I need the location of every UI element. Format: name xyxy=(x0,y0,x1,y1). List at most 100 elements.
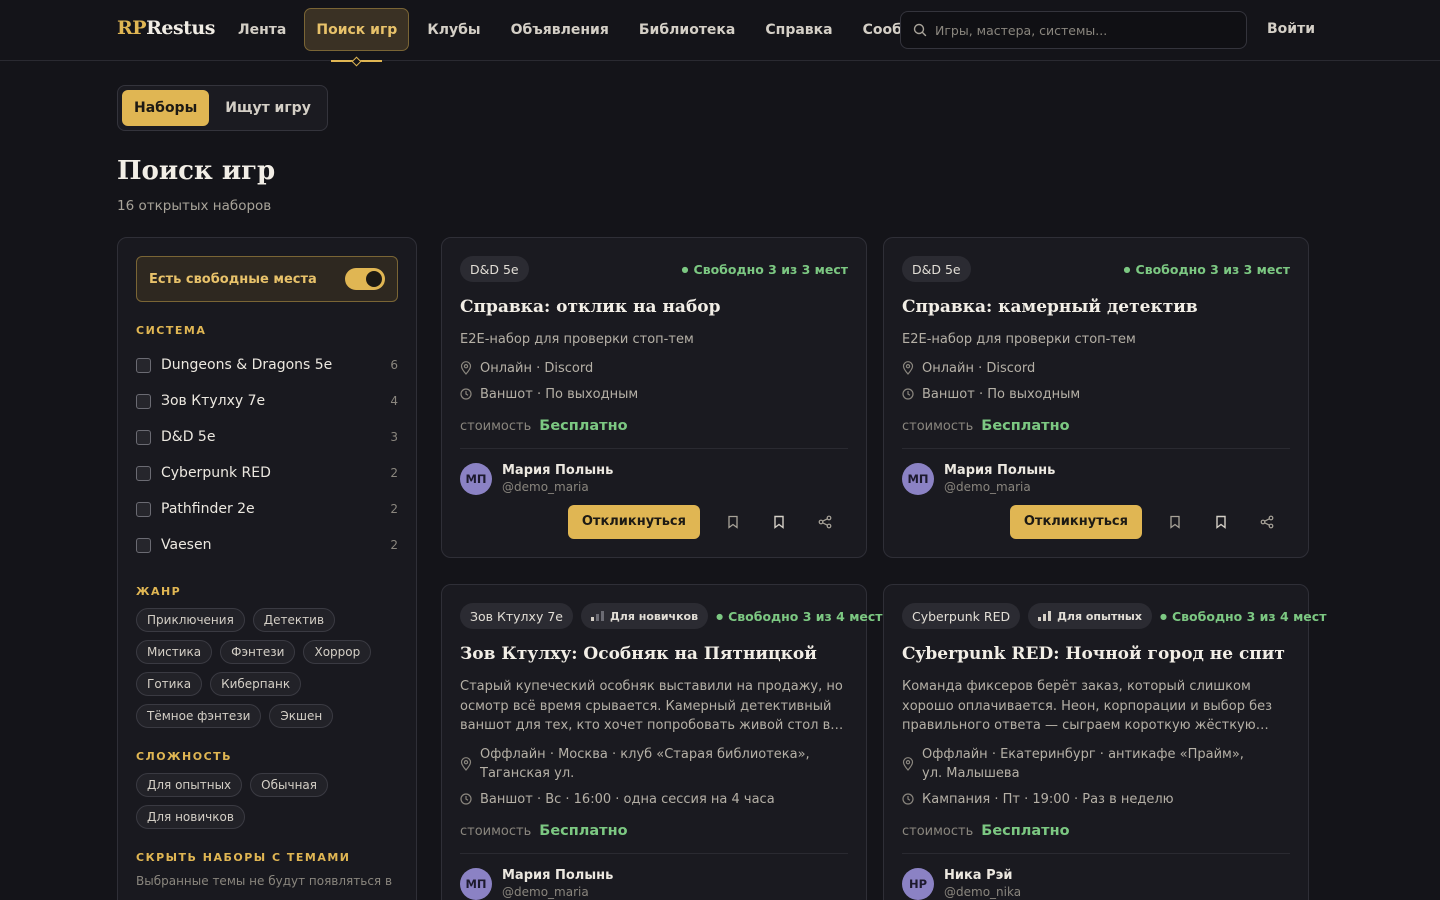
location-pin-icon xyxy=(460,756,472,771)
bookmark-icon xyxy=(1216,515,1226,529)
page-title: Поиск игр xyxy=(117,156,276,186)
search-box[interactable] xyxy=(900,11,1247,49)
game-card[interactable]: Cyberpunk RED Для опытных Свободно 3 из … xyxy=(883,584,1326,900)
card-description: E2E-набор для проверки стоп-тем xyxy=(902,332,1136,348)
search-icon xyxy=(913,23,927,37)
card-cost: стоимость Бесплатно xyxy=(460,823,848,854)
card-author[interactable]: МП Мария Полынь @demo_maria xyxy=(902,462,1290,495)
free-seats: Свободно 3 из 3 мест xyxy=(682,262,848,277)
nav-clubs[interactable]: Клубы xyxy=(415,8,492,51)
tab-recruitments[interactable]: Наборы xyxy=(122,90,210,126)
nav-game-search[interactable]: Поиск игр xyxy=(304,8,410,67)
free-places-toggle[interactable]: Есть свободные места xyxy=(136,256,398,302)
card-cost: стоимость Бесплатно xyxy=(460,418,848,449)
checkbox[interactable] xyxy=(136,501,151,517)
nav-feed[interactable]: Лента xyxy=(226,8,298,51)
genre-chip[interactable]: Киберпанк xyxy=(210,672,302,696)
game-card[interactable]: D&D 5e Свободно 3 из 3 мест Справка: кам… xyxy=(883,237,1309,558)
card-actions: Откликнуться xyxy=(460,504,848,539)
avatar: МП xyxy=(460,462,492,495)
login-link[interactable]: Войти xyxy=(1267,21,1315,37)
genre-chip[interactable]: Фэнтези xyxy=(220,640,296,664)
search-input[interactable] xyxy=(935,22,1225,38)
page-subtitle: 16 открытых наборов xyxy=(117,198,272,214)
difficulty-chips: Для опытных Обычная Для новичков xyxy=(136,773,398,829)
save-button[interactable] xyxy=(710,505,756,539)
author-name: Мария Полынь xyxy=(502,868,614,884)
card-title[interactable]: Cyberpunk RED: Ночной город не спит xyxy=(902,643,1290,665)
card-place: Онлайн · Discord xyxy=(460,359,848,378)
card-time: Ваншот · Вс · 16:00 · одна сессия на 4 ч… xyxy=(460,790,848,809)
system-filter-item[interactable]: Dungeons & Dragons 5e 6 xyxy=(136,347,398,383)
system-filter-item[interactable]: Vaesen 2 xyxy=(136,527,398,563)
difficulty-bars-icon xyxy=(1038,611,1052,621)
hide-themes-note: Выбранные темы не будут появляться в xyxy=(136,874,393,888)
genre-chip[interactable]: Детектив xyxy=(252,608,336,632)
bookmark-button[interactable] xyxy=(1198,505,1244,539)
genre-chip[interactable]: Готика xyxy=(136,672,203,696)
genre-chip[interactable]: Тёмное фэнтези xyxy=(136,704,262,728)
system-filter-item[interactable]: Cyberpunk RED 2 xyxy=(136,455,398,491)
difficulty-tag: Для опытных xyxy=(1028,603,1152,629)
respond-button[interactable]: Откликнуться xyxy=(1009,504,1142,539)
difficulty-chip[interactable]: Для новичков xyxy=(136,805,245,829)
genre-chip[interactable]: Экшен xyxy=(269,704,334,728)
card-time: Ваншот · По выходным xyxy=(902,385,1290,404)
game-card[interactable]: D&D 5e Свободно 3 из 3 мест Справка: отк… xyxy=(441,237,867,558)
card-cost: стоимость Бесплатно xyxy=(902,418,1290,449)
clock-icon xyxy=(460,793,472,805)
system-filter-item[interactable]: Pathfinder 2e 2 xyxy=(136,491,398,527)
free-seats: Свободно 3 из 4 мест xyxy=(716,609,882,624)
share-button[interactable] xyxy=(802,505,848,539)
checkbox[interactable] xyxy=(136,357,151,373)
difficulty-tag: Для новичков xyxy=(580,603,709,629)
clock-icon xyxy=(902,388,914,400)
logo[interactable]: RPRestus xyxy=(117,17,215,39)
genre-section-title: Жанр xyxy=(136,585,182,598)
card-title[interactable]: Справка: отклик на набор xyxy=(460,296,848,318)
card-time: Кампания · Пт · 19:00 · Раз в неделю xyxy=(902,790,1290,809)
free-seats: Свободно 3 из 4 мест xyxy=(1160,609,1326,624)
card-author[interactable]: НР Ника Рэй @demo_nika xyxy=(902,867,1290,900)
bookmark-button[interactable] xyxy=(756,505,802,539)
checkbox[interactable] xyxy=(136,465,151,481)
nav-library[interactable]: Библиотека xyxy=(627,8,748,51)
genre-chip[interactable]: Хоррор xyxy=(303,640,372,664)
top-header: RPRestus Лента Поиск игр Клубы Объявлени… xyxy=(0,0,1440,67)
avatar: МП xyxy=(460,867,492,900)
respond-button[interactable]: Откликнуться xyxy=(567,504,700,539)
nav-ads[interactable]: Объявления xyxy=(499,8,621,51)
card-actions: Откликнуться xyxy=(902,504,1290,539)
free-seats: Свободно 3 из 3 мест xyxy=(1124,262,1290,277)
card-title[interactable]: Справка: камерный детектив xyxy=(902,296,1290,318)
author-handle: @demo_nika xyxy=(944,885,1022,900)
difficulty-section-title: Сложность xyxy=(136,750,233,763)
genre-chip[interactable]: Приключения xyxy=(136,608,245,632)
card-description: Команда фиксеров берёт заказ, который сл… xyxy=(902,679,1273,734)
tab-looking-for-game[interactable]: Ищут игру xyxy=(213,90,323,126)
system-filter-item[interactable]: D&D 5e 3 xyxy=(136,419,398,455)
difficulty-chip[interactable]: Обычная xyxy=(250,773,328,797)
free-places-label: Есть свободные места xyxy=(149,271,317,287)
system-tag: D&D 5e xyxy=(902,256,971,282)
location-pin-icon xyxy=(902,361,914,376)
difficulty-chip[interactable]: Для опытных xyxy=(136,773,243,797)
system-section-title: Система xyxy=(136,324,207,337)
save-button[interactable] xyxy=(1152,505,1198,539)
game-card[interactable]: Зов Ктулху 7e Для новичков Свободно 3 из… xyxy=(441,584,883,900)
system-filter-item[interactable]: Зов Ктулху 7e 4 xyxy=(136,383,398,419)
share-button[interactable] xyxy=(1244,505,1290,539)
checkbox[interactable] xyxy=(136,393,151,409)
card-author[interactable]: МП Мария Полынь @demo_maria xyxy=(460,462,848,495)
genre-chip[interactable]: Мистика xyxy=(136,640,213,664)
card-title[interactable]: Зов Ктулху: Особняк на Пятницкой xyxy=(460,643,848,665)
card-author[interactable]: МП Мария Полынь @demo_maria xyxy=(460,867,848,900)
checkbox[interactable] xyxy=(136,537,151,553)
free-places-switch[interactable] xyxy=(345,268,385,290)
checkbox[interactable] xyxy=(136,429,151,445)
bookmark-icon xyxy=(774,515,784,529)
listing-type-tabs: Наборы Ищут игру xyxy=(117,85,328,131)
author-name: Мария Полынь xyxy=(502,463,614,479)
genre-chips: Приключения Детектив Мистика Фэнтези Хор… xyxy=(136,608,398,728)
nav-help[interactable]: Справка xyxy=(753,8,844,51)
